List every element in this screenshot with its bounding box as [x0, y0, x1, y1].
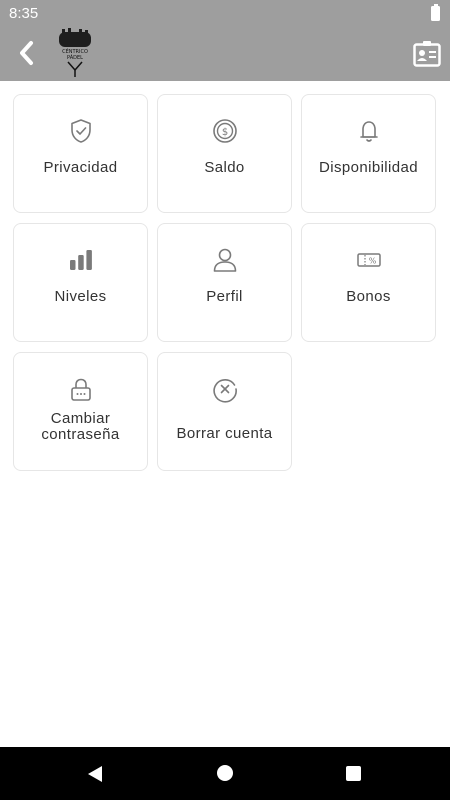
menu-item-niveles[interactable]: Niveles [13, 223, 148, 342]
system-nav-bar [0, 747, 450, 800]
menu-item-label: Disponibilidad [319, 159, 418, 176]
id-card-icon [413, 41, 441, 67]
menu-item-saldo[interactable]: $ Saldo [157, 94, 292, 213]
nav-back-icon[interactable] [85, 764, 105, 784]
delete-circle-icon [210, 374, 240, 404]
nav-recent-apps-icon[interactable] [346, 766, 361, 781]
menu-item-label: Borrar cuenta [176, 425, 273, 442]
settings-grid: Privacidad $ Saldo Disponibilidad Nivele… [13, 94, 437, 471]
svg-text:%: % [368, 257, 376, 266]
menu-item-label: Cambiar contraseña [41, 410, 120, 443]
status-bar: 8:35 [0, 0, 450, 26]
bell-icon [354, 116, 384, 146]
menu-item-label: Privacidad [43, 159, 118, 176]
user-icon [210, 245, 240, 275]
menu-item-borrar-cuenta[interactable]: Borrar cuenta [157, 352, 292, 471]
menu-item-label: Bonos [346, 288, 391, 305]
menu-item-disponibilidad[interactable]: Disponibilidad [301, 94, 436, 213]
lock-icon [66, 374, 96, 404]
menu-item-privacidad[interactable]: Privacidad [13, 94, 148, 213]
app-bar: CÉNTRICO PÁDEL [0, 26, 450, 81]
profile-card-button[interactable] [413, 40, 441, 68]
voucher-icon: % [354, 245, 384, 275]
logo-text-top: CÉNTRICO [62, 47, 88, 55]
back-arrow-icon [20, 41, 33, 65]
coin-icon: $ [210, 116, 240, 146]
menu-item-label: Niveles [54, 288, 107, 305]
nav-home-icon[interactable] [217, 765, 233, 781]
menu-item-perfil[interactable]: Perfil [157, 223, 292, 342]
app-logo: CÉNTRICO PÁDEL [59, 28, 91, 77]
back-button[interactable] [12, 38, 42, 68]
menu-item-bonos[interactable]: % Bonos [301, 223, 436, 342]
bar-chart-icon [66, 245, 96, 275]
svg-text:$: $ [221, 127, 227, 138]
menu-item-label: Perfil [206, 288, 243, 305]
menu-item-label: Saldo [204, 159, 245, 176]
status-time: 8:35 [9, 5, 39, 22]
battery-icon [431, 4, 440, 21]
menu-item-cambiar-contrasena[interactable]: Cambiar contraseña [13, 352, 148, 471]
shield-check-icon [66, 116, 96, 146]
logo-text-bottom: PÁDEL [67, 54, 83, 61]
